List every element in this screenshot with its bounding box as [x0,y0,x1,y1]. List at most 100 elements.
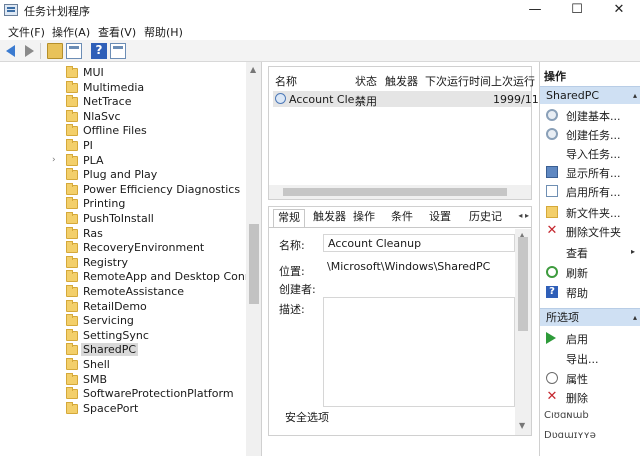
tree-item-printing[interactable]: Printing [0,197,246,211]
close-button[interactable]: ✕ [598,0,640,22]
back-arrow-icon[interactable] [4,43,20,59]
section-selected-item[interactable]: 所选项 ▴ [540,308,640,326]
tree-item-retaildemo[interactable]: RetailDemo [0,299,246,314]
tree-item-pushtoinstall[interactable]: PushToInstall [0,212,246,226]
details-scrollbar[interactable]: ▲ ▼ [515,229,531,435]
action-label: 启用 [566,333,588,346]
tree-item-pla[interactable]: › PLA [0,153,246,168]
tab-settings[interactable]: 设置 [425,209,455,227]
tree-scrollbar[interactable]: ▲ [246,62,261,456]
tree-item-remoteassistance[interactable]: RemoteAssistance [0,285,246,299]
menu-view[interactable]: 查看(V) [98,24,136,40]
tree-item-label: Offline Files [83,124,147,138]
tree-item-offline-files[interactable]: Offline Files [0,124,246,138]
column-header-triggers[interactable]: 触发器 [385,73,418,89]
tree-item-pi[interactable]: PI [0,139,246,153]
tree-item-mui[interactable]: MUI [0,66,246,80]
tree-item-multimedia[interactable]: Multimedia [0,80,246,95]
forward-arrow-icon[interactable] [20,43,36,59]
enable-all-icon [546,185,558,197]
action-display-all-running[interactable]: 显示所有... [540,163,640,181]
tab-history[interactable]: 历史记 [465,209,506,227]
tree-item-nettrace[interactable]: NetTrace [0,95,246,109]
tab-conditions[interactable]: 条件 [387,209,417,227]
run-icon [546,332,556,344]
menu-action[interactable]: 操作(A) [52,24,90,40]
action-help[interactable]: ? 帮助 [540,283,640,301]
tree-item-registry[interactable]: Registry [0,255,246,270]
tree-item-sharedpc[interactable]: SharedPC [0,343,246,357]
action-view[interactable]: 查看 ▸ [540,243,640,261]
menu-file[interactable]: 文件(F) [8,24,45,40]
column-header-status[interactable]: 状态 [355,73,377,89]
tab-general[interactable]: 常规 [273,209,305,227]
tree-item-label: RemoteApp and Desktop Connection [83,270,261,284]
tree-scroll-thumb[interactable] [249,224,259,304]
folder-up-icon[interactable] [47,43,63,59]
action-fragment-top: Ⅽıʊɑɴɯb [540,408,640,426]
expand-arrow-icon[interactable]: › [52,155,56,165]
name-field[interactable]: Account Cleanup [323,234,515,252]
scroll-down-icon[interactable]: ▼ [519,421,525,430]
tab-triggers[interactable]: 触发器 [309,209,350,227]
column-header-next-run[interactable]: 下次运行时间 [425,73,491,89]
collapse-caret-icon[interactable]: ▴ [633,87,637,105]
action-label: 创建基本... [566,110,621,123]
action-panel-icon[interactable] [110,43,126,59]
action-create-task[interactable]: 创建任务... [540,125,640,143]
action-delete[interactable]: ✕ 删除 [540,388,640,406]
action-label: 删除 [566,392,588,405]
action-create-basic-task[interactable]: 创建基本... [540,106,640,124]
tree-item-servicing[interactable]: Servicing [0,314,246,328]
folder-icon [66,182,78,195]
action-fragment-bottom: Ⅾʋɑɯɪʏʏə [540,428,640,446]
column-header-last-run[interactable]: 上次运行 [491,73,535,89]
tab-actions[interactable]: 操作 [349,209,379,227]
tree-item-power-efficiency[interactable]: Power Efficiency Diagnostics [0,182,246,197]
tree-item-recoveryenvironment[interactable]: RecoveryEnvironment [0,241,246,255]
tab-scroll-arrows[interactable]: ◂ ▸ [518,211,529,220]
action-enable-all-history[interactable]: 启用所有... [540,182,640,200]
tree-item-shell[interactable]: Shell [0,358,246,372]
tree-item-spaceport[interactable]: SpacePort [0,401,246,416]
action-import-task[interactable]: 导入任务... [540,144,640,162]
table-row[interactable]: Account Cle... 禁用 1999/11 [273,91,539,108]
maximize-button[interactable]: ☐ [556,0,598,22]
action-new-folder[interactable]: 新文件夹... [540,203,640,221]
action-refresh[interactable]: 刷新 [540,263,640,281]
monitor-icon [546,166,558,178]
details-scroll-thumb[interactable] [518,237,528,331]
tree-item-smb[interactable]: SMB [0,372,246,387]
tree-item-softwareprotection[interactable]: SoftwareProtectionPlatform [0,387,246,401]
tree-item-remoteapp[interactable]: RemoteApp and Desktop Connection [0,270,261,284]
action-label: 帮助 [566,287,588,300]
description-field[interactable] [323,297,515,407]
name-label: 名称: [279,239,305,252]
help-icon[interactable]: ? [91,43,107,59]
action-delete-folder[interactable]: ✕ 删除文件夹 [540,222,640,240]
section-sharedpc[interactable]: SharedPC ▴ [540,86,640,104]
list-scroll-thumb[interactable] [283,188,507,196]
tree-item-plug-and-play[interactable]: Plug and Play [0,168,246,182]
scroll-up-icon[interactable]: ▲ [250,65,256,74]
import-icon [546,147,558,159]
action-properties[interactable]: 属性 [540,369,640,387]
tree-item-nlasvc[interactable]: NlaSvc [0,109,246,124]
actions-header: 操作 [544,70,566,83]
folder-tree[interactable]: MUI Multimedia NetTrace NlaSvc Offline F… [0,62,262,456]
tree-item-ras[interactable]: Ras [0,226,246,241]
list-horizontal-scrollbar[interactable] [269,185,531,199]
folder-icon [66,285,78,297]
folder-icon [66,80,78,93]
collapse-caret-icon[interactable]: ▴ [633,309,637,327]
column-header-name[interactable]: 名称 [275,73,297,89]
show-panel-icon[interactable] [66,43,82,59]
folder-icon [66,358,78,370]
action-enable[interactable]: 启用 [540,329,640,347]
tree-item-settingsync[interactable]: SettingSync [0,328,246,343]
menu-help[interactable]: 帮助(H) [144,24,183,40]
minimize-button[interactable]: — [514,0,556,22]
action-export[interactable]: 导出... [540,349,640,367]
task-list[interactable]: 名称 状态 触发器 下次运行时间 上次运行 Account Cle... 禁用 … [268,66,539,200]
folder-icon [66,168,78,181]
